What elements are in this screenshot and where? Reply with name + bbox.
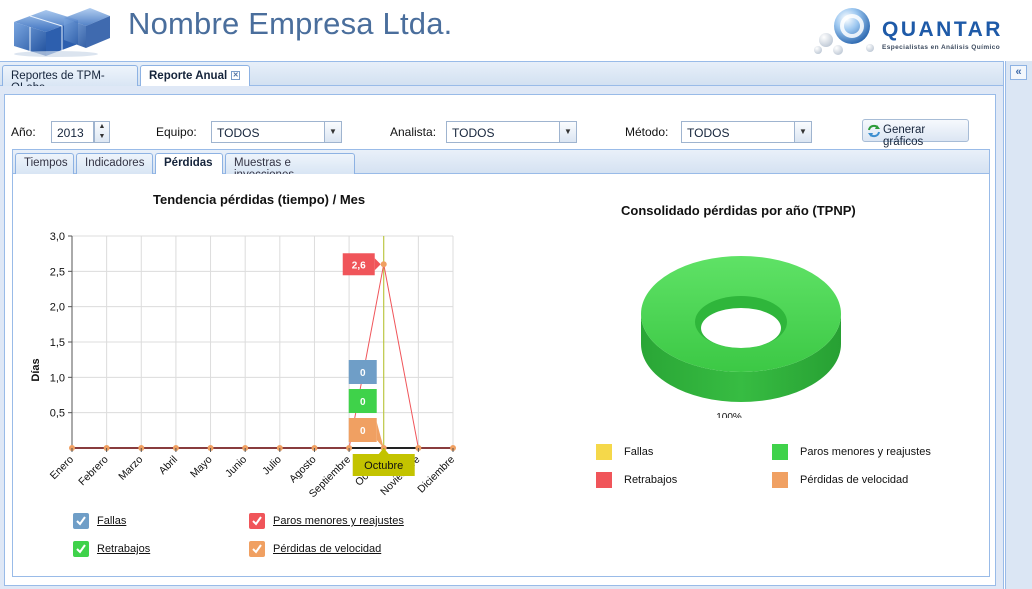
legend-swatch (772, 472, 788, 488)
close-icon[interactable]: ✕ (231, 71, 241, 80)
tab-muestras-inyecciones[interactable]: Muestras e inyecciones (225, 153, 355, 181)
year-spinner[interactable]: 2013 ▲ ▼ (51, 121, 111, 143)
tab-label: Pérdidas (164, 157, 213, 169)
x-tick-label: Junio (223, 454, 249, 480)
metodo-label: Método: (625, 125, 669, 139)
legend-label[interactable]: Paros menores y reajustes (273, 515, 404, 527)
y-tick-label: 3,0 (50, 231, 65, 243)
x-tick-label: Agosto (287, 454, 319, 486)
report-panel: Año: 2013 ▲ ▼ Equipo: TODOS ▼ Analista: … (4, 94, 996, 586)
legend-swatch (772, 444, 788, 460)
year-input[interactable]: 2013 (51, 121, 94, 143)
pie-slice-label: 100% (716, 412, 742, 418)
line-chart: 3,0 2,5 2,0 1,5 1,0 0,5 Días Enero Febrero Marzo A… (30, 231, 457, 500)
main-tab-bar: Reportes de TPM-QLabs Reporte Anual✕ (0, 61, 1004, 94)
legend-label: Retrabajos (624, 474, 678, 486)
x-tick-label: Enero (48, 454, 76, 482)
x-tick-label: Abril (157, 454, 180, 477)
report-content: Año: 2013 ▲ ▼ Equipo: TODOS ▼ Analista: … (0, 86, 1004, 589)
y-axis-label: Días (30, 358, 42, 381)
tab-indicadores[interactable]: Indicadores (76, 153, 153, 174)
y-tick-label: 1,0 (50, 372, 65, 384)
brand-sphere-icon (814, 8, 874, 55)
legend-label[interactable]: Pérdidas de velocidad (273, 543, 381, 555)
chevron-down-icon[interactable]: ▼ (794, 122, 811, 142)
tab-reportes-tpm[interactable]: Reportes de TPM-QLabs (2, 65, 138, 94)
y-tick-label: 2,5 (50, 266, 65, 278)
legend-swatch (596, 444, 612, 460)
brand-name: QUANTAR (882, 18, 1003, 41)
tooltip-arrow (376, 422, 384, 448)
x-tick-label: Julio (260, 454, 284, 478)
pie-chart-title: Consolidado pérdidas por año (TPNP) (621, 203, 856, 218)
checkbox-icon[interactable] (73, 541, 89, 557)
y-tick-label: 2,0 (50, 302, 65, 314)
sub-tab-bar: Tiempos Indicadores Pérdidas Muestras e … (12, 149, 990, 181)
spinner-down-icon[interactable]: ▼ (95, 132, 109, 142)
legend-label: Pérdidas de velocidad (800, 474, 909, 486)
losses-chart-panel: Tendencia pérdidas (tiempo) / Mes 3,0 2,5… (12, 174, 990, 577)
y-tick-label: 0,5 (50, 408, 65, 420)
equipo-value: TODOS (217, 126, 260, 140)
checkbox-icon[interactable] (249, 513, 265, 529)
tab-perdidas[interactable]: Pérdidas (155, 153, 223, 175)
analista-value: TODOS (452, 126, 495, 140)
series-line-paros-menores-y-reajustes (72, 264, 453, 449)
tooltip-arrow (374, 258, 381, 271)
x-tick-label: Febrero (76, 454, 111, 489)
checkbox-icon[interactable] (73, 513, 89, 529)
generate-charts-button[interactable]: Generar gráficos (862, 119, 969, 148)
legend-label[interactable]: Retrabajos (97, 543, 150, 555)
tooltip-value: 2,6 (352, 260, 366, 271)
cubes-logo-icon (14, 8, 110, 57)
generate-label: Generar gráficos (883, 124, 926, 148)
metodo-select[interactable]: TODOS ▼ (681, 121, 812, 143)
company-name: Nombre Empresa Ltda. (128, 6, 453, 41)
tooltip-value: 0 (360, 397, 366, 408)
category-tooltip-label: Octubre (364, 460, 403, 472)
tab-label: Tiempos (24, 157, 68, 169)
x-tick-label: Marzo (116, 454, 145, 483)
equipo-select[interactable]: TODOS ▼ (211, 121, 342, 143)
tab-reporte-anual[interactable]: Reporte Anual ✕ (140, 65, 250, 88)
year-spinner-arrows[interactable]: ▲ ▼ (94, 121, 110, 143)
pie-chart: 100% (641, 256, 841, 418)
tab-label: Reporte Anual (149, 70, 228, 82)
analista-select[interactable]: TODOS ▼ (446, 121, 577, 143)
chevron-down-icon[interactable]: ▼ (324, 122, 341, 142)
metodo-value: TODOS (687, 126, 730, 140)
checkbox-icon[interactable] (249, 541, 265, 557)
legend-label[interactable]: Fallas (97, 515, 126, 527)
tab-label: Indicadores (85, 157, 145, 169)
line-chart-title: Tendencia pérdidas (tiempo) / Mes (153, 192, 366, 207)
brand-tagline: Especialistas en Análisis Químico (882, 44, 1001, 51)
double-chevron-left-icon[interactable]: « (1010, 65, 1027, 80)
chevron-down-icon[interactable]: ▼ (559, 122, 576, 142)
legend-label: Paros menores y reajustes (800, 446, 931, 458)
brand-logo: QUANTAR Especialistas en Análisis Químic… (812, 4, 1012, 58)
legend-swatch (596, 472, 612, 488)
app-header: Nombre Empresa Ltda. QUANTAR Especialist… (0, 0, 1032, 61)
tooltip-value: 0 (360, 368, 366, 379)
x-tick-label: Mayo (188, 454, 215, 481)
tab-tiempos[interactable]: Tiempos (15, 153, 74, 174)
equipo-label: Equipo: (156, 125, 197, 139)
donut-hole (701, 308, 781, 348)
year-label: Año: (11, 125, 36, 139)
refresh-icon (868, 124, 880, 138)
data-point[interactable] (380, 261, 387, 268)
y-tick-label: 1,5 (50, 337, 65, 349)
x-tick-label: Diciembre (415, 454, 457, 496)
spinner-up-icon[interactable]: ▲ (95, 122, 109, 132)
analista-label: Analista: (390, 125, 437, 139)
east-collapse-strip: « (1005, 61, 1032, 589)
legend-label: Fallas (624, 446, 654, 458)
tooltip-value: 0 (360, 426, 366, 437)
